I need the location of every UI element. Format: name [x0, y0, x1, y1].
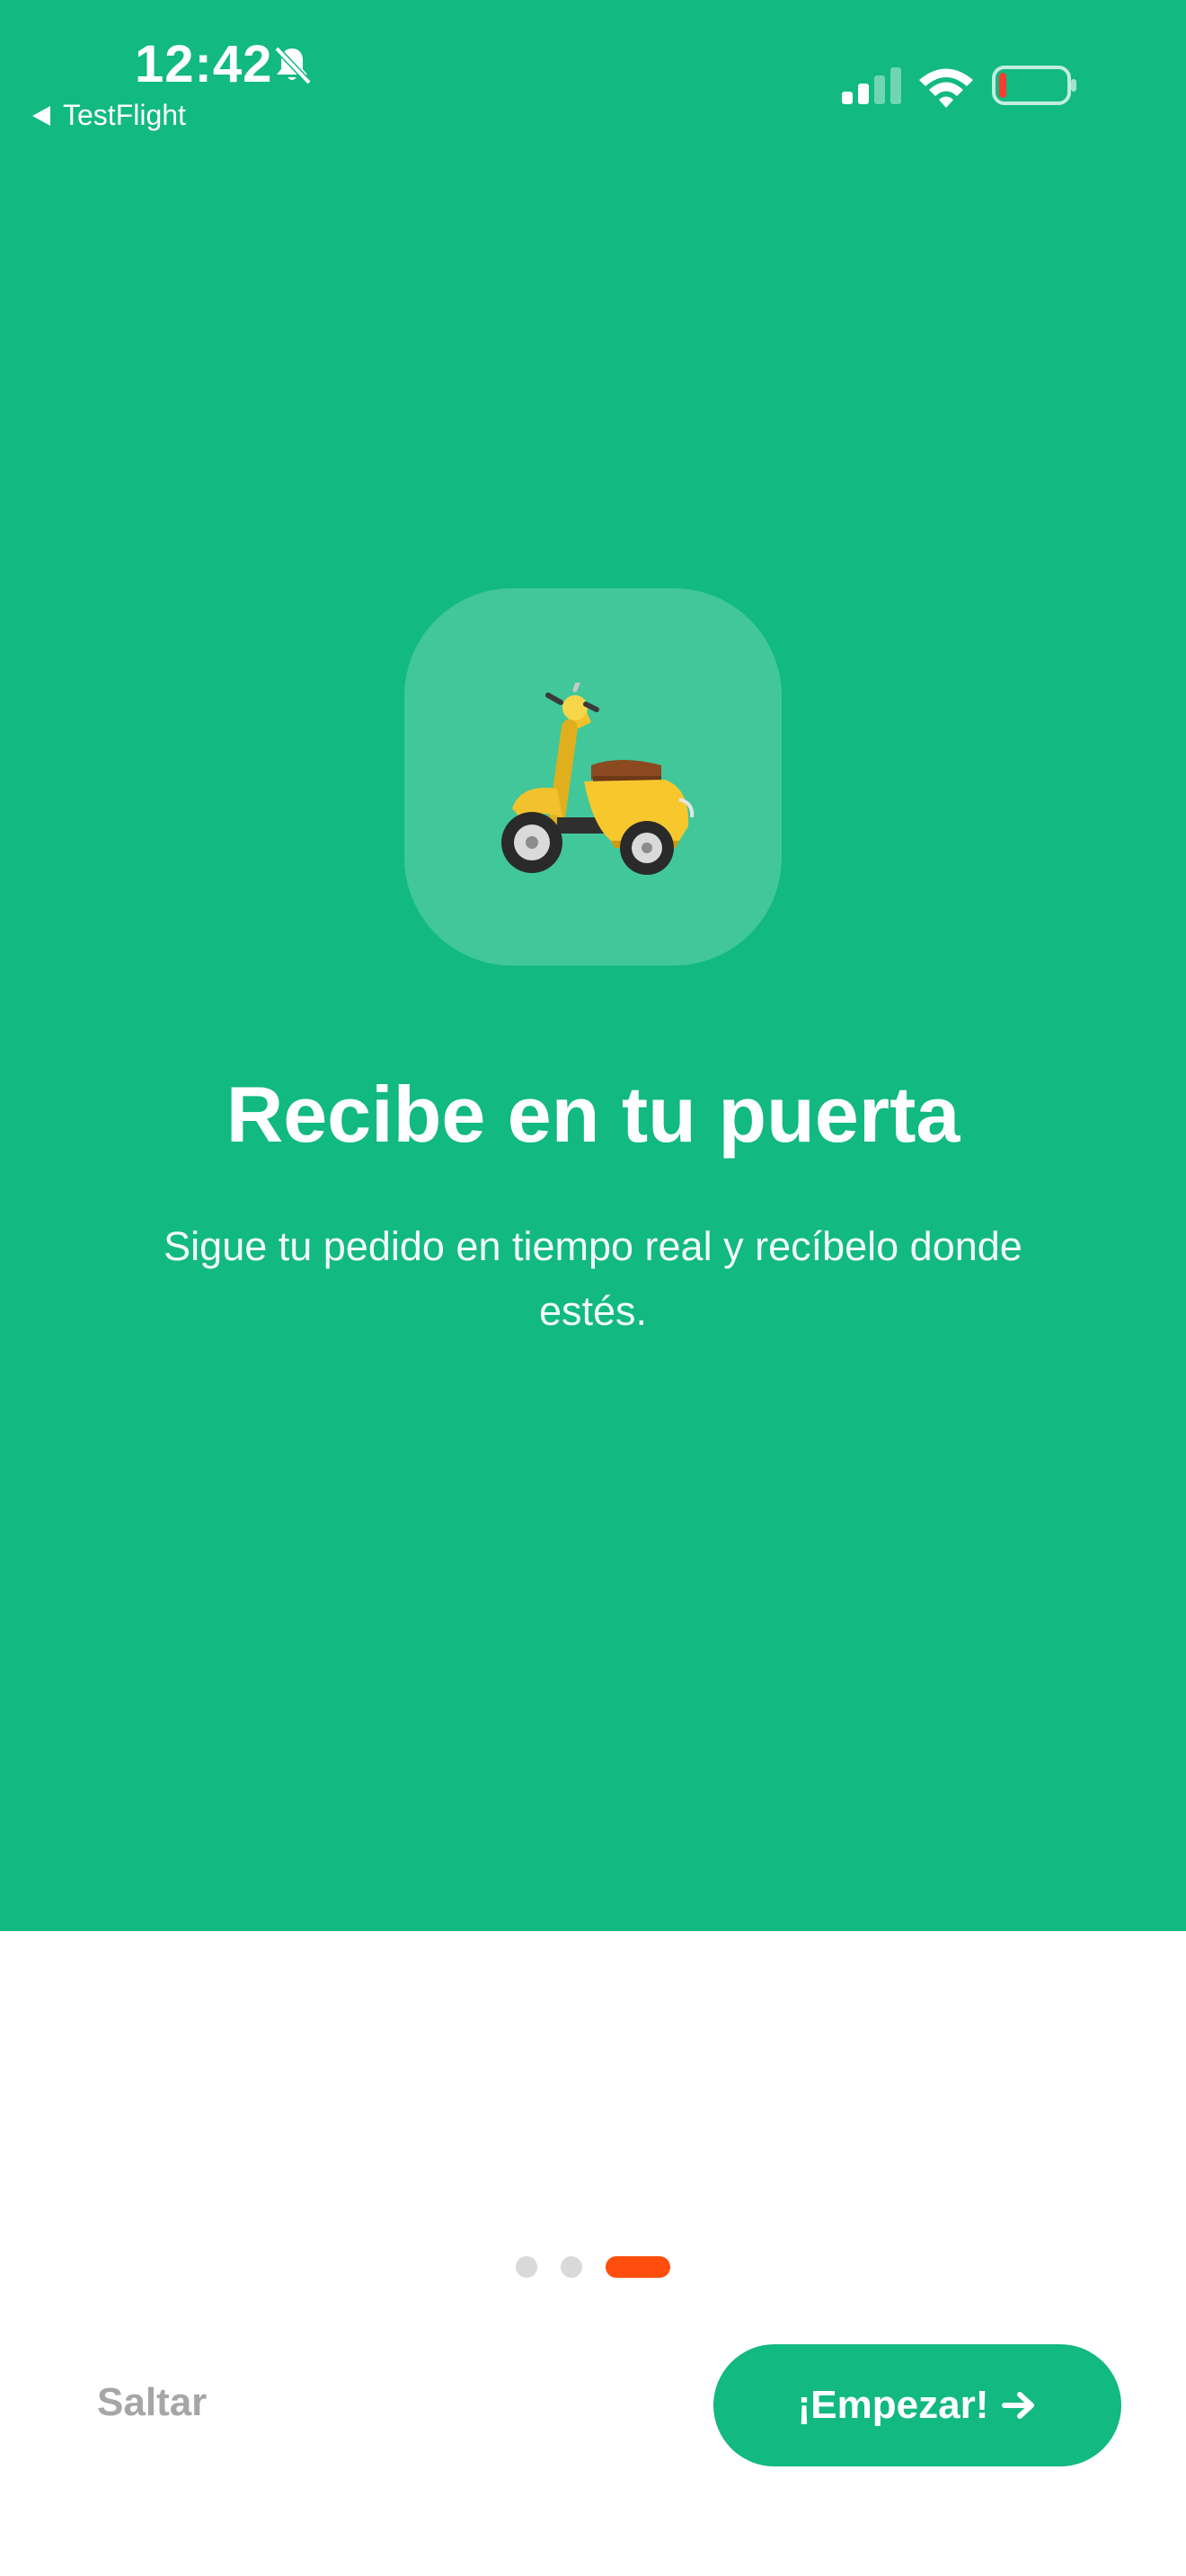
- page-indicator: [0, 2256, 1186, 2278]
- back-to-testflight[interactable]: TestFlight: [32, 99, 186, 132]
- status-time: 12:42: [135, 35, 273, 93]
- bell-slash-icon: [274, 46, 312, 85]
- page-dot-2[interactable]: [561, 2256, 582, 2278]
- back-app-label: TestFlight: [63, 99, 186, 131]
- start-button[interactable]: ¡Empezar!: [713, 2344, 1121, 2466]
- page-dot-3-active[interactable]: [606, 2256, 670, 2278]
- onboarding-hero: 12:42 TestFlight Recibe en tu puerta Sig…: [0, 0, 1186, 1931]
- start-button-label: ¡Empezar!: [797, 2383, 989, 2427]
- hero-subtitle: Sigue tu pedido en tiempo real y recíbel…: [164, 1223, 1022, 1334]
- back-triangle-icon: [32, 105, 50, 126]
- wifi-icon: [919, 68, 973, 108]
- battery-low-icon: [992, 66, 1076, 105]
- scooter-icon: [501, 683, 695, 875]
- page-dot-1[interactable]: [516, 2256, 537, 2278]
- hero-title: Recibe en tu puerta: [226, 1070, 960, 1159]
- arrow-right-icon: [1002, 2392, 1035, 2419]
- skip-button[interactable]: Saltar: [97, 2380, 207, 2425]
- cellular-signal-icon: [842, 67, 901, 104]
